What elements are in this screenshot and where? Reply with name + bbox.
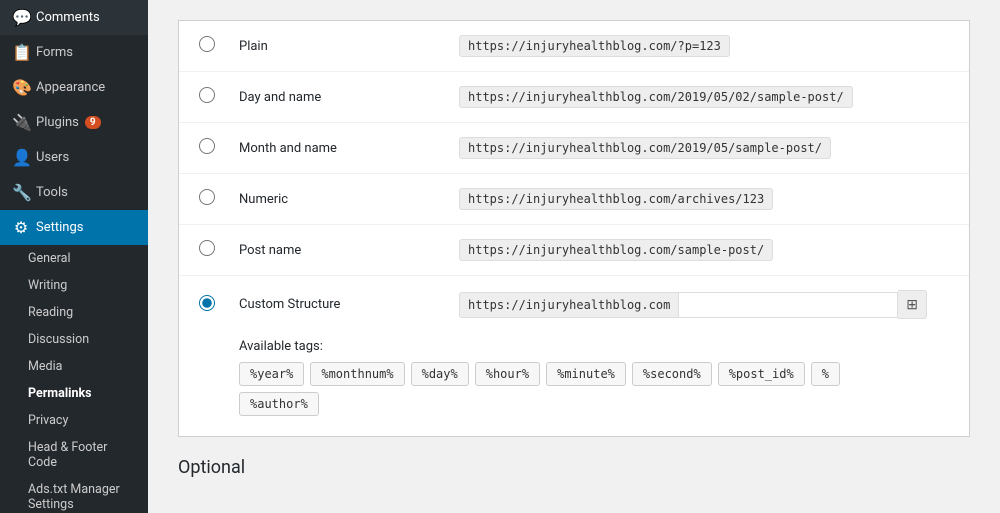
sidebar-item-label: Comments bbox=[36, 10, 100, 25]
sidebar-item-comments[interactable]: 💬 Comments bbox=[0, 0, 148, 35]
sidebar-item-label: Plugins bbox=[36, 115, 79, 130]
tag-year[interactable]: %year% bbox=[239, 362, 304, 386]
permalink-row-custom: Custom Structure https://injuryhealthblo… bbox=[179, 276, 969, 436]
permalink-row-postname: Post name https://injuryhealthblog.com/s… bbox=[179, 225, 969, 276]
custom-prefix: https://injuryhealthblog.com bbox=[459, 292, 678, 318]
url-code-numeric: https://injuryhealthblog.com/archives/12… bbox=[459, 188, 773, 210]
sidebar-item-label: Forms bbox=[36, 45, 73, 60]
tags-row-2: %author% bbox=[239, 392, 949, 416]
tag-monthnum[interactable]: %monthnum% bbox=[310, 362, 404, 386]
users-icon: 👤 bbox=[12, 148, 30, 167]
sidebar-item-label: Users bbox=[36, 150, 69, 165]
optional-section-label: Optional bbox=[178, 457, 970, 478]
settings-icon: ⚙ bbox=[12, 218, 30, 237]
url-code-plain: https://injuryhealthblog.com/?p=123 bbox=[459, 35, 730, 57]
radio-numeric[interactable] bbox=[199, 189, 215, 205]
tag-post-id[interactable]: %post_id% bbox=[718, 362, 805, 386]
permalink-row-plain: Plain https://injuryhealthblog.com/?p=12… bbox=[179, 21, 969, 72]
url-numeric: https://injuryhealthblog.com/archives/12… bbox=[459, 188, 949, 210]
sidebar: 💬 Comments 📋 Forms 🎨 Appearance 🔌 Plugin… bbox=[0, 0, 148, 513]
tag-day[interactable]: %day% bbox=[411, 362, 469, 386]
sidebar-item-label: Settings bbox=[36, 220, 83, 235]
label-day: Day and name bbox=[239, 90, 439, 105]
sidebar-item-users[interactable]: 👤 Users bbox=[0, 140, 148, 175]
tag-author[interactable]: %author% bbox=[239, 392, 319, 416]
appearance-icon: 🎨 bbox=[12, 78, 30, 97]
permalink-row-month: Month and name https://injuryhealthblog.… bbox=[179, 123, 969, 174]
available-tags-section: Available tags: %year% %monthnum% %day% … bbox=[199, 339, 949, 422]
radio-month[interactable] bbox=[199, 138, 215, 154]
submenu-general[interactable]: General bbox=[0, 245, 148, 272]
tools-icon: 🔧 bbox=[12, 183, 30, 202]
main-content: Plain https://injuryhealthblog.com/?p=12… bbox=[148, 0, 1000, 513]
comments-icon: 💬 bbox=[12, 8, 30, 27]
url-code-month: https://injuryhealthblog.com/2019/05/sam… bbox=[459, 137, 831, 159]
label-month: Month and name bbox=[239, 141, 439, 156]
sidebar-item-label: Tools bbox=[36, 185, 68, 200]
permalink-row-day: Day and name https://injuryhealthblog.co… bbox=[179, 72, 969, 123]
custom-row-top: Custom Structure https://injuryhealthblo… bbox=[199, 290, 949, 319]
submenu-reading[interactable]: Reading bbox=[0, 299, 148, 326]
label-postname: Post name bbox=[239, 243, 439, 258]
sidebar-item-settings[interactable]: ⚙ Settings bbox=[0, 210, 148, 245]
tags-row-1: %year% %monthnum% %day% %hour% %minute% … bbox=[239, 362, 949, 386]
custom-structure-input[interactable] bbox=[678, 292, 898, 318]
submenu-permalinks[interactable]: Permalinks bbox=[0, 380, 148, 407]
radio-custom[interactable] bbox=[199, 295, 215, 311]
permalink-row-numeric: Numeric https://injuryhealthblog.com/arc… bbox=[179, 174, 969, 225]
tag-second[interactable]: %second% bbox=[632, 362, 712, 386]
url-month: https://injuryhealthblog.com/2019/05/sam… bbox=[459, 137, 949, 159]
submenu-media[interactable]: Media bbox=[0, 353, 148, 380]
sidebar-item-appearance[interactable]: 🎨 Appearance bbox=[0, 70, 148, 105]
label-plain: Plain bbox=[239, 39, 439, 54]
custom-structure-icon-button[interactable]: ⊞ bbox=[898, 290, 927, 319]
url-postname: https://injuryhealthblog.com/sample-post… bbox=[459, 239, 949, 261]
forms-icon: 📋 bbox=[12, 43, 30, 62]
sidebar-item-tools[interactable]: 🔧 Tools bbox=[0, 175, 148, 210]
submenu-ads-txt[interactable]: Ads.txt Manager Settings bbox=[0, 476, 148, 513]
radio-plain[interactable] bbox=[199, 36, 215, 52]
submenu-discussion[interactable]: Discussion bbox=[0, 326, 148, 353]
url-code-day: https://injuryhealthblog.com/2019/05/02/… bbox=[459, 86, 853, 108]
submenu-privacy[interactable]: Privacy bbox=[0, 407, 148, 434]
sidebar-item-plugins[interactable]: 🔌 Plugins 9 bbox=[0, 105, 148, 140]
tag-minute[interactable]: %minute% bbox=[546, 362, 626, 386]
url-day: https://injuryhealthblog.com/2019/05/02/… bbox=[459, 86, 949, 108]
available-tags-label: Available tags: bbox=[239, 339, 949, 354]
url-code-postname: https://injuryhealthblog.com/sample-post… bbox=[459, 239, 773, 261]
label-custom: Custom Structure bbox=[239, 297, 439, 312]
custom-input-group: https://injuryhealthblog.com ⊞ bbox=[459, 290, 927, 319]
submenu-writing[interactable]: Writing bbox=[0, 272, 148, 299]
radio-postname[interactable] bbox=[199, 240, 215, 256]
plugins-icon: 🔌 bbox=[12, 113, 30, 132]
sidebar-item-forms[interactable]: 📋 Forms bbox=[0, 35, 148, 70]
tag-more[interactable]: % bbox=[811, 362, 840, 386]
sidebar-item-label: Appearance bbox=[36, 80, 105, 95]
tag-hour[interactable]: %hour% bbox=[475, 362, 540, 386]
label-numeric: Numeric bbox=[239, 192, 439, 207]
radio-day[interactable] bbox=[199, 87, 215, 103]
url-plain: https://injuryhealthblog.com/?p=123 bbox=[459, 35, 949, 57]
permalink-options-table: Plain https://injuryhealthblog.com/?p=12… bbox=[178, 20, 970, 437]
submenu-head-footer[interactable]: Head & Footer Code bbox=[0, 434, 148, 476]
plugins-badge: 9 bbox=[85, 116, 101, 129]
